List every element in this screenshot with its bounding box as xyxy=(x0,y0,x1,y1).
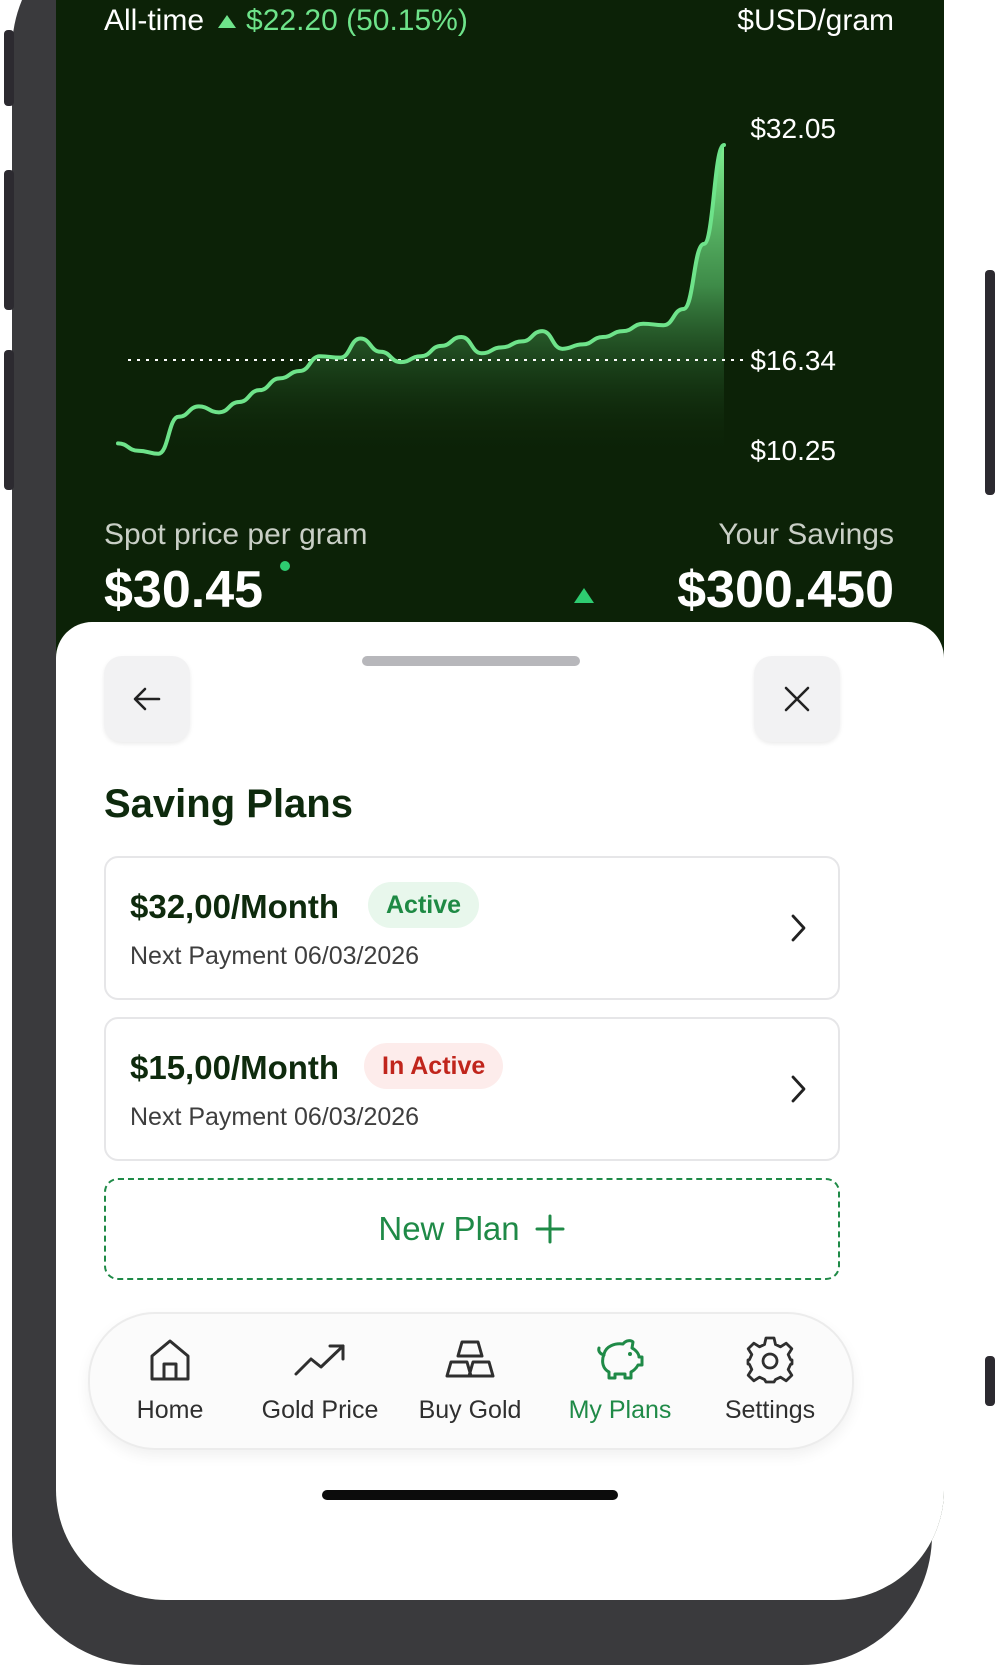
y-axis-label: $10.25 xyxy=(750,435,836,466)
plus-icon xyxy=(535,1214,565,1244)
new-plan-label: New Plan xyxy=(378,1210,520,1247)
plan-card[interactable]: $15,00/Month In Active Next Payment 06/0… xyxy=(104,1017,840,1161)
bottom-tab-bar: Home Gold Price Buy Gold My Plans Settin… xyxy=(88,1312,854,1450)
arrow-left-icon xyxy=(133,687,161,711)
spot-price-value: $30.45 xyxy=(104,561,264,619)
close-button[interactable] xyxy=(754,656,840,742)
tab-label: Buy Gold xyxy=(418,1396,522,1424)
up-triangle-icon xyxy=(574,588,594,603)
status-badge: In Active xyxy=(364,1043,504,1089)
volume-down-button xyxy=(4,350,14,490)
tab-label: Settings xyxy=(724,1396,816,1424)
home-indicator xyxy=(322,1490,618,1500)
savings-value: $300.450 xyxy=(677,561,894,619)
trend-up-icon xyxy=(294,1344,345,1376)
tab-gold-price[interactable]: Gold Price xyxy=(245,1334,395,1434)
plan-amount: $32,00/Month xyxy=(130,888,340,925)
sheet-grabber[interactable] xyxy=(362,656,580,666)
new-plan-button[interactable]: New Plan xyxy=(104,1178,840,1280)
page-title: Saving Plans xyxy=(104,782,353,826)
volume-up-button xyxy=(4,170,14,310)
screen: All-time $22.20 (50.15%) $USD/gram $32.05… xyxy=(56,0,944,1600)
tab-settings[interactable]: Settings xyxy=(695,1334,845,1434)
gold-bars-icon xyxy=(445,1340,495,1378)
home-icon xyxy=(150,1339,190,1381)
back-button[interactable] xyxy=(104,656,190,742)
y-axis-label: $32.05 xyxy=(750,113,836,144)
tab-home[interactable]: Home xyxy=(95,1334,245,1434)
tab-buy-gold[interactable]: Buy Gold xyxy=(395,1334,545,1434)
live-dot-icon xyxy=(280,561,290,571)
next-payment: Next Payment 06/03/2026 xyxy=(130,942,420,970)
plan-amount: $15,00/Month xyxy=(130,1049,340,1086)
y-axis-label: $16.34 xyxy=(750,345,836,376)
tab-my-plans[interactable]: My Plans xyxy=(545,1334,695,1434)
price-header: All-time $22.20 (50.15%) $USD/gram $32.05… xyxy=(56,0,944,700)
plan-card[interactable]: $32,00/Month Active Next Payment 06/03/2… xyxy=(104,856,840,1000)
price-chart: $32.05 $16.34 $10.25 xyxy=(116,113,836,466)
gear-icon xyxy=(746,1336,794,1384)
power-button xyxy=(985,270,995,495)
chevron-right-icon xyxy=(791,914,806,942)
saving-plans-sheet: Saving Plans $32,00/Month Active Next Pa… xyxy=(56,622,944,1600)
savings-label: Your Savings xyxy=(718,518,894,551)
close-icon xyxy=(784,686,810,712)
status-badge: Active xyxy=(368,882,480,928)
spot-price-label: Spot price per gram xyxy=(104,518,368,551)
tab-label: Gold Price xyxy=(261,1396,379,1424)
side-button xyxy=(4,30,14,106)
tab-label: Home xyxy=(136,1396,204,1424)
chevron-right-icon xyxy=(791,1075,806,1103)
piggy-bank-icon xyxy=(597,1339,644,1380)
next-payment: Next Payment 06/03/2026 xyxy=(130,1103,420,1131)
side-button-lower xyxy=(985,1356,995,1406)
tab-label: My Plans xyxy=(568,1396,672,1424)
